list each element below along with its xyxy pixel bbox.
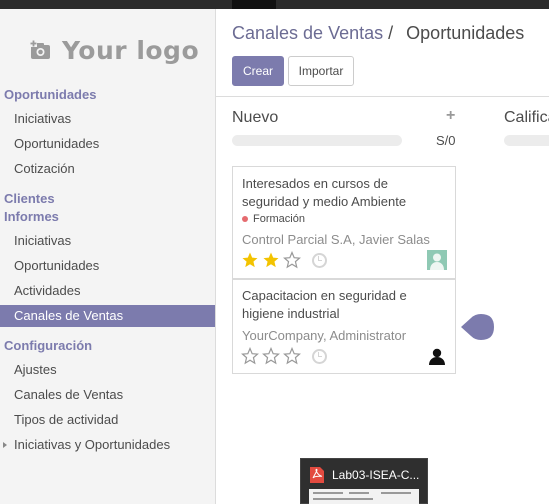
priority-stars [241,347,304,365]
sidebar: Your logo Oportunidades Iniciativas Opor… [0,9,216,504]
nav-section-oportunidades[interactable]: Oportunidades [4,87,96,102]
activity-clock-icon[interactable] [312,253,327,268]
expand-caret-icon[interactable] [3,442,7,448]
taskbar-window-thumbnail[interactable]: Lab03-ISEA-C... [300,458,428,504]
thumbnail-preview [309,489,419,504]
priority-stars [241,251,304,269]
star-empty-icon[interactable] [262,347,280,365]
column-progress-bar-calificado[interactable] [504,135,549,146]
nav-item-oportunidades[interactable]: Oportunidades [0,133,215,155]
nav-item-iniciativas-y-oportunidades[interactable]: Iniciativas y Oportunidades [0,434,215,456]
card-company: Control Parcial S.A, Javier Salas [242,232,430,247]
tag-label: Formación [253,213,305,225]
column-add-button[interactable]: + [446,107,455,125]
nav-item-iniciativas[interactable]: Iniciativas [0,108,215,130]
breadcrumb-current: Oportunidades [406,23,525,43]
nav-item-ajustes[interactable]: Ajustes [0,359,215,381]
user-avatar-icon [427,250,447,270]
main-content: Canales de Ventas / Oportunidades Crear … [216,9,549,504]
chat-bubble-icon[interactable] [461,313,495,341]
user-avatar-icon [427,346,447,366]
nav-item-canales-de-ventas[interactable]: Canales de Ventas [0,305,215,327]
camera-icon [30,40,50,59]
column-progress-bar[interactable] [232,135,402,146]
breadcrumb-separator: / [388,23,394,43]
star-empty-icon[interactable] [283,347,301,365]
nav-item-informes-oportunidades[interactable]: Oportunidades [0,255,215,277]
card-title: Interesados en cursos de seguridad y med… [242,176,407,209]
pdf-file-icon [310,467,324,483]
nav-section-clientes[interactable]: Clientes [4,191,55,206]
import-button[interactable]: Importar [288,56,354,86]
create-button[interactable]: Crear [232,56,284,86]
nav-section-informes[interactable]: Informes [4,209,59,224]
card-tag: Formación [242,213,305,225]
star-empty-icon[interactable] [241,347,259,365]
breadcrumb: Canales de Ventas / Oportunidades [232,23,524,44]
column-title-nuevo: Nuevo [232,109,279,126]
preview-line [313,498,373,500]
company-logo: Your logo [30,33,199,67]
preview-line [381,492,411,494]
nav-item-tipos-de-actividad[interactable]: Tipos de actividad [0,409,215,431]
nav-item-config-canales-de-ventas[interactable]: Canales de Ventas [0,384,215,406]
star-filled-icon[interactable] [241,251,259,269]
nav-item-informes-iniciativas[interactable]: Iniciativas [0,230,215,252]
card-title: Capacitacion en seguridad e higiene indu… [242,288,407,321]
kanban-card[interactable]: Capacitacion en seguridad e higiene indu… [232,279,456,374]
nav-item-cotizacion[interactable]: Cotización [0,158,215,180]
preview-line [313,492,343,494]
control-panel-divider [216,96,549,97]
browser-top-bar [0,0,549,9]
nav-section-configuracion[interactable]: Configuración [4,338,92,353]
column-count: S/0 [436,133,456,148]
star-filled-icon[interactable] [262,251,280,269]
nav-item-actividades[interactable]: Actividades [0,280,215,302]
nav-item-label: Iniciativas y Oportunidades [14,437,171,452]
thumbnail-title: Lab03-ISEA-C... [332,468,420,482]
activity-clock-icon[interactable] [312,349,327,364]
column-title-calificado: Calificado [504,109,549,126]
logo-text: Your logo [62,35,200,65]
star-empty-icon[interactable] [283,251,301,269]
breadcrumb-parent-link[interactable]: Canales de Ventas [232,23,383,43]
tag-color-dot [242,216,248,222]
card-company: YourCompany, Administrator [242,328,407,343]
kanban-card[interactable]: Interesados en cursos de seguridad y med… [232,166,456,279]
top-bar-notch [232,0,276,9]
preview-line [349,492,369,494]
